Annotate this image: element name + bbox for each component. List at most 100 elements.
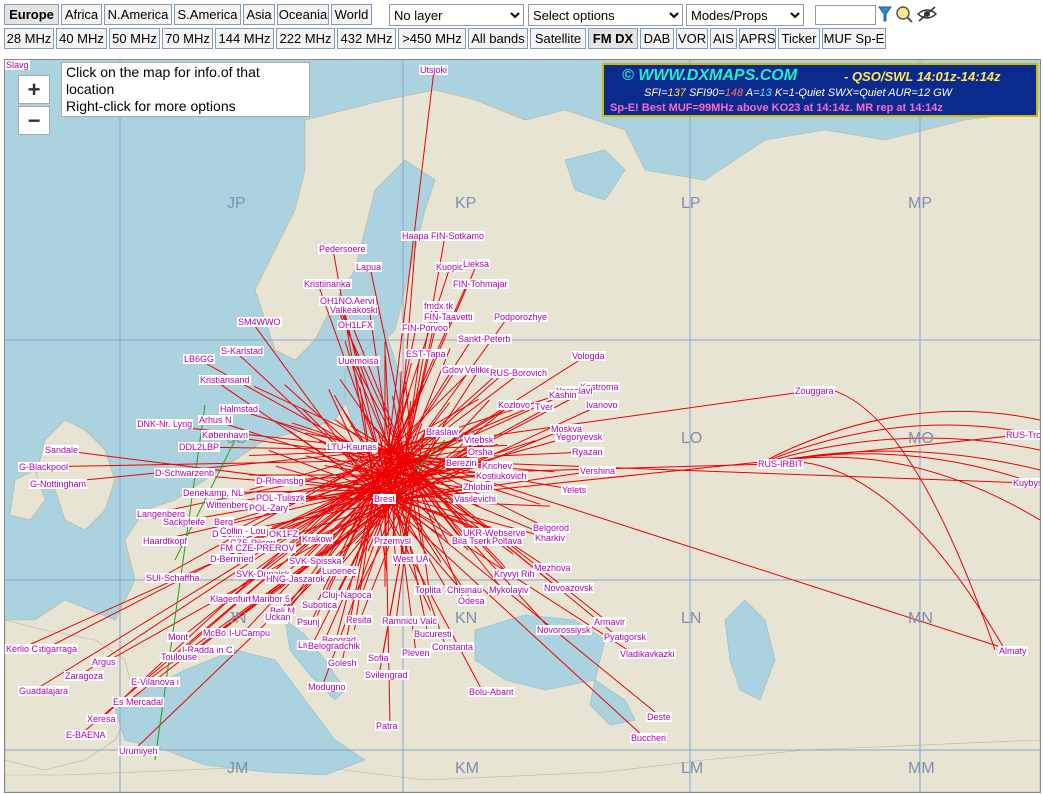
station-label[interactable]: E-BAENA (65, 730, 107, 740)
tab-s-america[interactable]: S.America (174, 4, 241, 25)
tab-oceania[interactable]: Oceania (277, 4, 329, 25)
station-label[interactable]: Velikie (464, 365, 493, 375)
station-label[interactable]: Vershina (579, 466, 617, 476)
tab-vor[interactable]: VOR (676, 28, 708, 49)
station-label[interactable]: Cluj-Napoca (321, 590, 373, 600)
station-label[interactable]: Novorossiysk (536, 625, 592, 635)
station-label[interactable]: Luoenec (321, 566, 358, 576)
locator-search-input[interactable] (815, 5, 876, 25)
station-label[interactable]: Modugno (307, 682, 347, 692)
tab-asia[interactable]: Asia (243, 4, 275, 25)
station-label[interactable]: Vologda (571, 351, 606, 361)
station-label[interactable]: fmdx.tk (423, 301, 455, 311)
station-label[interactable]: LTU-Kaunas (326, 442, 378, 452)
station-label[interactable]: Ramnicu Valc (381, 616, 438, 626)
tab-450mhz[interactable]: >450 MHz (398, 28, 466, 49)
station-label[interactable]: Vasilevichi (453, 494, 497, 504)
station-label[interactable]: Orsha (467, 447, 494, 457)
station-label[interactable]: Zaragoza (64, 671, 105, 681)
hide-eye-icon[interactable] (916, 5, 938, 23)
station-label[interactable]: Brest (373, 494, 397, 504)
station-label[interactable]: Sofia (367, 653, 390, 663)
station-label[interactable]: Guadalajara (18, 686, 70, 696)
station-label[interactable]: SVK-Spisska (288, 556, 343, 566)
tab-world[interactable]: World (331, 4, 372, 25)
tab-europe[interactable]: Europe (4, 4, 59, 25)
station-label[interactable]: Vitebsk (463, 435, 495, 445)
station-label[interactable]: Przemysl (373, 536, 413, 546)
tab-aprs[interactable]: APRS (739, 28, 776, 49)
station-label[interactable]: Collin - Lou (219, 526, 267, 536)
station-label[interactable]: Urumiyeh (118, 746, 159, 756)
station-label[interactable]: Pleven (401, 648, 431, 658)
station-label[interactable]: Chisinau (446, 585, 484, 595)
station-label[interactable]: Yelets (561, 485, 588, 495)
station-label[interactable]: POL-Tuliszk (255, 493, 306, 503)
station-label[interactable]: Lieksa (462, 259, 491, 269)
station-label[interactable]: HNG-Jaszarok (265, 574, 327, 584)
station-label[interactable]: Patra (375, 721, 399, 731)
station-label[interactable]: Deste (646, 712, 672, 722)
station-label[interactable]: Sankt-Peterb (457, 334, 512, 344)
station-label[interactable]: Belogradchik (307, 641, 362, 651)
station-label[interactable]: Mykolayiv (488, 585, 530, 595)
station-label[interactable]: Psunj (296, 617, 321, 627)
tab-50mhz[interactable]: 50 MHz (109, 28, 160, 49)
station-label[interactable]: Svilengrad (364, 670, 409, 680)
station-label[interactable]: Krichev (481, 461, 514, 471)
tab-muf-spe[interactable]: MUF Sp-E (822, 28, 886, 49)
station-label[interactable]: Maribor 5 (251, 594, 292, 604)
tab-28mhz[interactable]: 28 MHz (4, 28, 54, 49)
station-label[interactable]: Zhlobin (462, 482, 494, 492)
filter-icon[interactable] (878, 5, 892, 23)
station-label[interactable]: Ryazan (571, 447, 604, 457)
station-label[interactable]: Bucuresti (413, 629, 453, 639)
station-label[interactable]: West UA (392, 554, 430, 564)
station-label[interactable]: Klagenfurt (209, 594, 253, 604)
station-label[interactable]: Braslaw (425, 427, 460, 437)
station-label[interactable]: Subotica (301, 600, 339, 610)
station-label[interactable]: Arhus N (198, 415, 233, 425)
station-label[interactable]: Bolu-Abant (468, 687, 515, 697)
station-label[interactable]: D-Schwarzenb (154, 468, 216, 478)
station-label[interactable]: Kristiinanka (303, 279, 352, 289)
zoom-in-button[interactable]: + (18, 75, 50, 104)
station-label[interactable]: Argus (91, 657, 117, 667)
station-label[interactable]: Poltava (491, 536, 524, 546)
tab-n-america[interactable]: N.America (104, 4, 172, 25)
tab-222mhz[interactable]: 222 MHz (276, 28, 335, 49)
zoom-out-button[interactable]: − (18, 106, 50, 135)
station-label[interactable]: Uckan (264, 612, 292, 622)
station-label[interactable]: Berezin (445, 458, 478, 468)
station-label[interactable]: POL-Zary (248, 503, 290, 513)
station-label[interactable]: Pedersoere (318, 244, 367, 254)
tab-144mhz[interactable]: 144 MHz (215, 28, 274, 49)
station-label[interactable]: Ivanovo (585, 400, 619, 410)
station-label[interactable]: Golesh (327, 658, 358, 668)
station-label[interactable]: FIN-Tohmajar (452, 279, 509, 289)
station-label[interactable]: G-Blackpool (18, 462, 70, 472)
station-label[interactable]: E-Vilanova i (130, 677, 180, 687)
station-label[interactable]: Lapua (355, 262, 383, 272)
station-label[interactable]: SM4WWO (237, 317, 282, 327)
station-label[interactable]: Uuemoisa (337, 356, 380, 366)
station-label[interactable]: Kozlovo (497, 400, 532, 410)
station-label[interactable]: RUS-Troitsk (1005, 430, 1040, 440)
station-label[interactable]: FIN-Porvoo (401, 323, 450, 333)
spe-alert[interactable]: Sp-E! Best MUF=99MHz above KO23 at 14:14… (610, 102, 943, 114)
station-label[interactable]: København (201, 430, 250, 440)
station-label[interactable]: Buccheri (630, 733, 668, 743)
tab-all-bands[interactable]: All bands (468, 28, 528, 49)
station-label[interactable]: DDL2LBP (178, 442, 221, 452)
station-label[interactable]: Kuybys (1012, 478, 1040, 488)
station-label[interactable]: RUS-Borovich (489, 368, 549, 378)
site-title[interactable]: © WWW.DXMAPS.COM (622, 67, 797, 85)
station-label[interactable]: DNK-Nr. Lyng (136, 419, 194, 429)
station-label[interactable]: Wittenberg (205, 500, 251, 510)
station-label[interactable]: RUS-IRBIT (757, 459, 804, 469)
station-label[interactable]: FIN-Sotkamo (430, 231, 486, 241)
station-label[interactable]: Zouggara (794, 386, 835, 396)
station-label[interactable]: Es Mercadal (112, 697, 165, 707)
options-select[interactable]: Select options (528, 4, 683, 26)
station-label[interactable]: Mont (167, 632, 190, 642)
